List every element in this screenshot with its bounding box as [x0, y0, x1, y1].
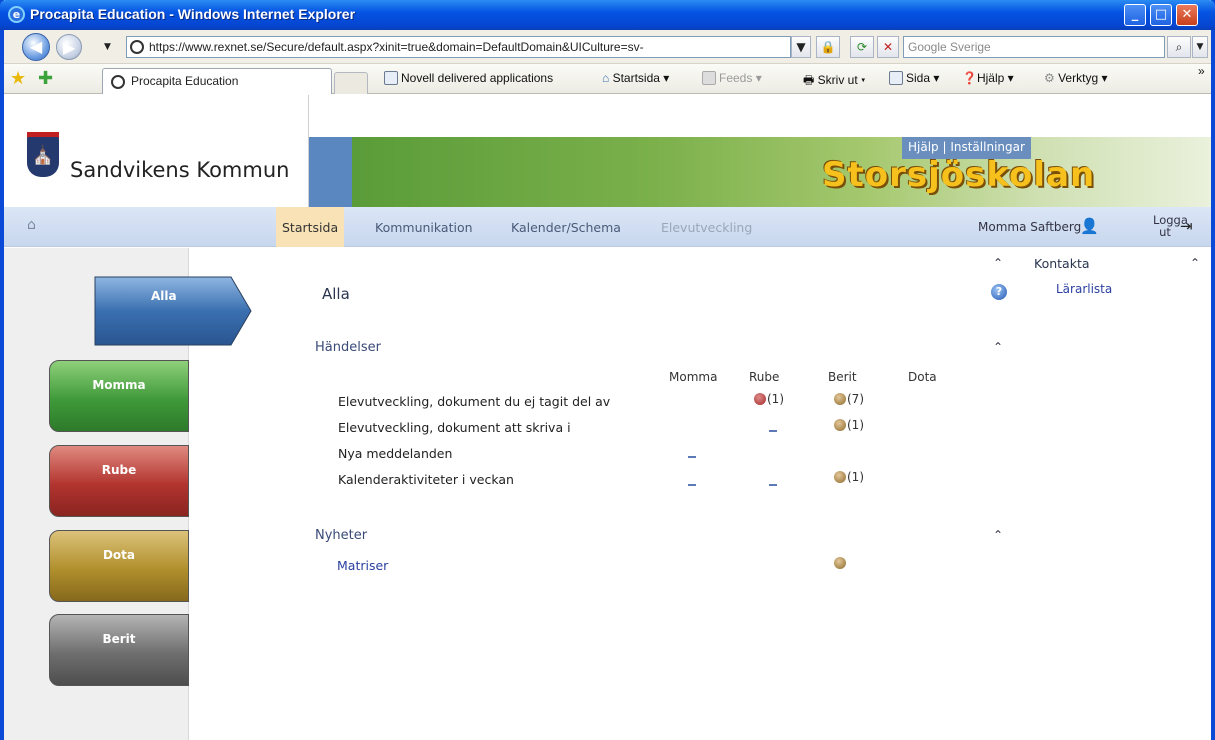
berit-count[interactable]: (1): [834, 418, 864, 432]
site-banner: ⛪ Sandvikens Kommun Storsjöskolan Hjälp …: [4, 95, 1211, 207]
command-bar: ★ ✚ Procapita Education Novell delivered…: [4, 64, 1211, 94]
empty-dash: [688, 484, 696, 486]
municipality-name: Sandvikens Kommun: [70, 158, 290, 182]
nav-startsida[interactable]: Startsida: [276, 207, 345, 247]
collapse-chevron-icon[interactable]: ⌃: [993, 256, 1003, 270]
home-button[interactable]: ⌂ Startsida ▾: [602, 71, 669, 85]
nav-kommunikation[interactable]: Kommunikation: [375, 220, 473, 235]
person-tab-dota[interactable]: Dota: [49, 530, 189, 602]
collapse-chevron-icon[interactable]: ⌃: [993, 528, 1003, 542]
collapse-chevron-icon[interactable]: ⌃: [1190, 256, 1200, 270]
page-icon: [111, 75, 125, 89]
page-menu[interactable]: Sida ▾: [889, 71, 939, 85]
title-bar: e Procapita Education - Windows Internet…: [0, 0, 1215, 30]
close-button[interactable]: ✕: [1176, 4, 1198, 26]
search-options-dropdown[interactable]: ▼: [1192, 36, 1208, 58]
print-icon: 🖶: [803, 73, 818, 87]
favorites-star-icon[interactable]: ★: [10, 68, 26, 88]
page-menu-icon: [889, 71, 903, 85]
page-icon: [130, 40, 144, 54]
user-icon: 👤: [1080, 217, 1099, 235]
history-dropdown-icon[interactable]: ▼: [104, 42, 111, 52]
school-logo-text: Storsjöskolan: [822, 155, 1096, 195]
search-icon[interactable]: ⌕: [1167, 36, 1191, 58]
user-name: Momma Saftberg: [978, 220, 1082, 234]
column-berit: Berit: [828, 370, 857, 384]
nav-elevutveckling: Elevutveckling: [661, 220, 753, 235]
chevron-more-icon[interactable]: »: [1198, 64, 1205, 78]
search-input[interactable]: Google Sverige: [903, 36, 1165, 58]
gear-icon: ⚙: [1044, 71, 1059, 85]
column-dota: Dota: [908, 370, 937, 384]
event-row-label[interactable]: Elevutveckling, dokument att skriva i: [338, 420, 571, 435]
logout-link[interactable]: Logga ut: [1153, 214, 1188, 238]
novell-icon: [384, 71, 398, 85]
berit-indicator-icon: [834, 471, 846, 483]
page-title: Alla: [322, 285, 350, 303]
news-heading: Nyheter: [315, 528, 368, 543]
feeds-button: Feeds ▾: [702, 71, 762, 85]
berit-count[interactable]: (7): [834, 392, 864, 406]
maximize-button[interactable]: □: [1150, 4, 1172, 26]
empty-dash: [688, 456, 696, 458]
forward-button[interactable]: ▶: [56, 34, 82, 60]
column-rube: Rube: [749, 370, 780, 384]
help-settings-links[interactable]: Hjälp | Inställningar: [902, 137, 1031, 159]
help-icon[interactable]: ?: [991, 284, 1007, 300]
rube-count[interactable]: (1): [754, 392, 784, 406]
print-button[interactable]: 🖶 Skriv ut ▾: [803, 71, 865, 92]
new-tab-button[interactable]: [334, 72, 368, 94]
home-icon: ⌂: [602, 71, 613, 85]
rube-indicator-icon: [754, 393, 766, 405]
event-row-label[interactable]: Nya meddelanden: [338, 446, 452, 461]
url-dropdown-button[interactable]: ▼: [791, 36, 811, 58]
berit-indicator-icon: [834, 419, 846, 431]
berit-indicator-icon: [834, 557, 846, 569]
berit-indicator-icon: [834, 393, 846, 405]
person-tab-momma[interactable]: Momma: [49, 360, 189, 432]
help-icon: ❓: [962, 71, 977, 85]
teacher-list-link[interactable]: Lärarlista: [1056, 282, 1112, 296]
logout-icon[interactable]: ⇥: [1180, 217, 1193, 235]
empty-dash: [769, 430, 777, 432]
event-row-label[interactable]: Elevutveckling, dokument du ej tagit del…: [338, 394, 610, 409]
url-field[interactable]: https://www.rexnet.se/Secure/default.asp…: [126, 36, 791, 58]
refresh-button[interactable]: ⟳: [850, 36, 874, 58]
browser-window: e Procapita Education - Windows Internet…: [0, 0, 1215, 740]
person-tab-rube[interactable]: Rube: [49, 445, 189, 517]
feeds-icon: [702, 71, 716, 85]
tools-menu[interactable]: ⚙ Verktyg ▾: [1044, 71, 1107, 85]
main-navigation: ⌂ Startsida Kommunikation Kalender/Schem…: [4, 207, 1211, 247]
banner-accent: [309, 137, 352, 207]
alla-tab-shape: [94, 276, 252, 346]
back-button[interactable]: ◀: [22, 33, 50, 61]
add-favorite-icon[interactable]: ✚: [38, 68, 53, 88]
lock-icon[interactable]: 🔒: [816, 36, 840, 58]
contact-heading: Kontakta: [1034, 256, 1090, 271]
event-row-label[interactable]: Kalenderaktiviteter i veckan: [338, 472, 514, 487]
nav-kalender-schema[interactable]: Kalender/Schema: [511, 220, 621, 235]
window-title: Procapita Education - Windows Internet E…: [30, 6, 356, 22]
address-bar: ◀ ▶ ▼ https://www.rexnet.se/Secure/defau…: [4, 30, 1211, 64]
collapse-chevron-icon[interactable]: ⌃: [993, 340, 1003, 354]
help-menu[interactable]: ❓Hjälp ▾: [962, 71, 1014, 85]
empty-dash: [769, 484, 777, 486]
stop-button[interactable]: ✕: [877, 36, 899, 58]
minimize-button[interactable]: _: [1124, 4, 1146, 26]
news-item-matriser[interactable]: Matriser: [337, 558, 388, 573]
browser-tab-active[interactable]: Procapita Education: [102, 68, 332, 94]
municipality-crest-icon: ⛪: [27, 137, 59, 177]
column-momma: Momma: [669, 370, 718, 384]
novell-link[interactable]: Novell delivered applications: [384, 71, 553, 85]
person-tab-alla[interactable]: Alla: [91, 275, 254, 347]
logo-area: ⛪ Sandvikens Kommun: [4, 95, 309, 207]
person-tab-berit[interactable]: Berit: [49, 614, 189, 686]
berit-count[interactable]: (1): [834, 470, 864, 484]
internet-explorer-icon: e: [8, 6, 25, 23]
events-heading: Händelser: [315, 340, 381, 355]
home-portal-icon[interactable]: ⌂: [27, 217, 36, 233]
